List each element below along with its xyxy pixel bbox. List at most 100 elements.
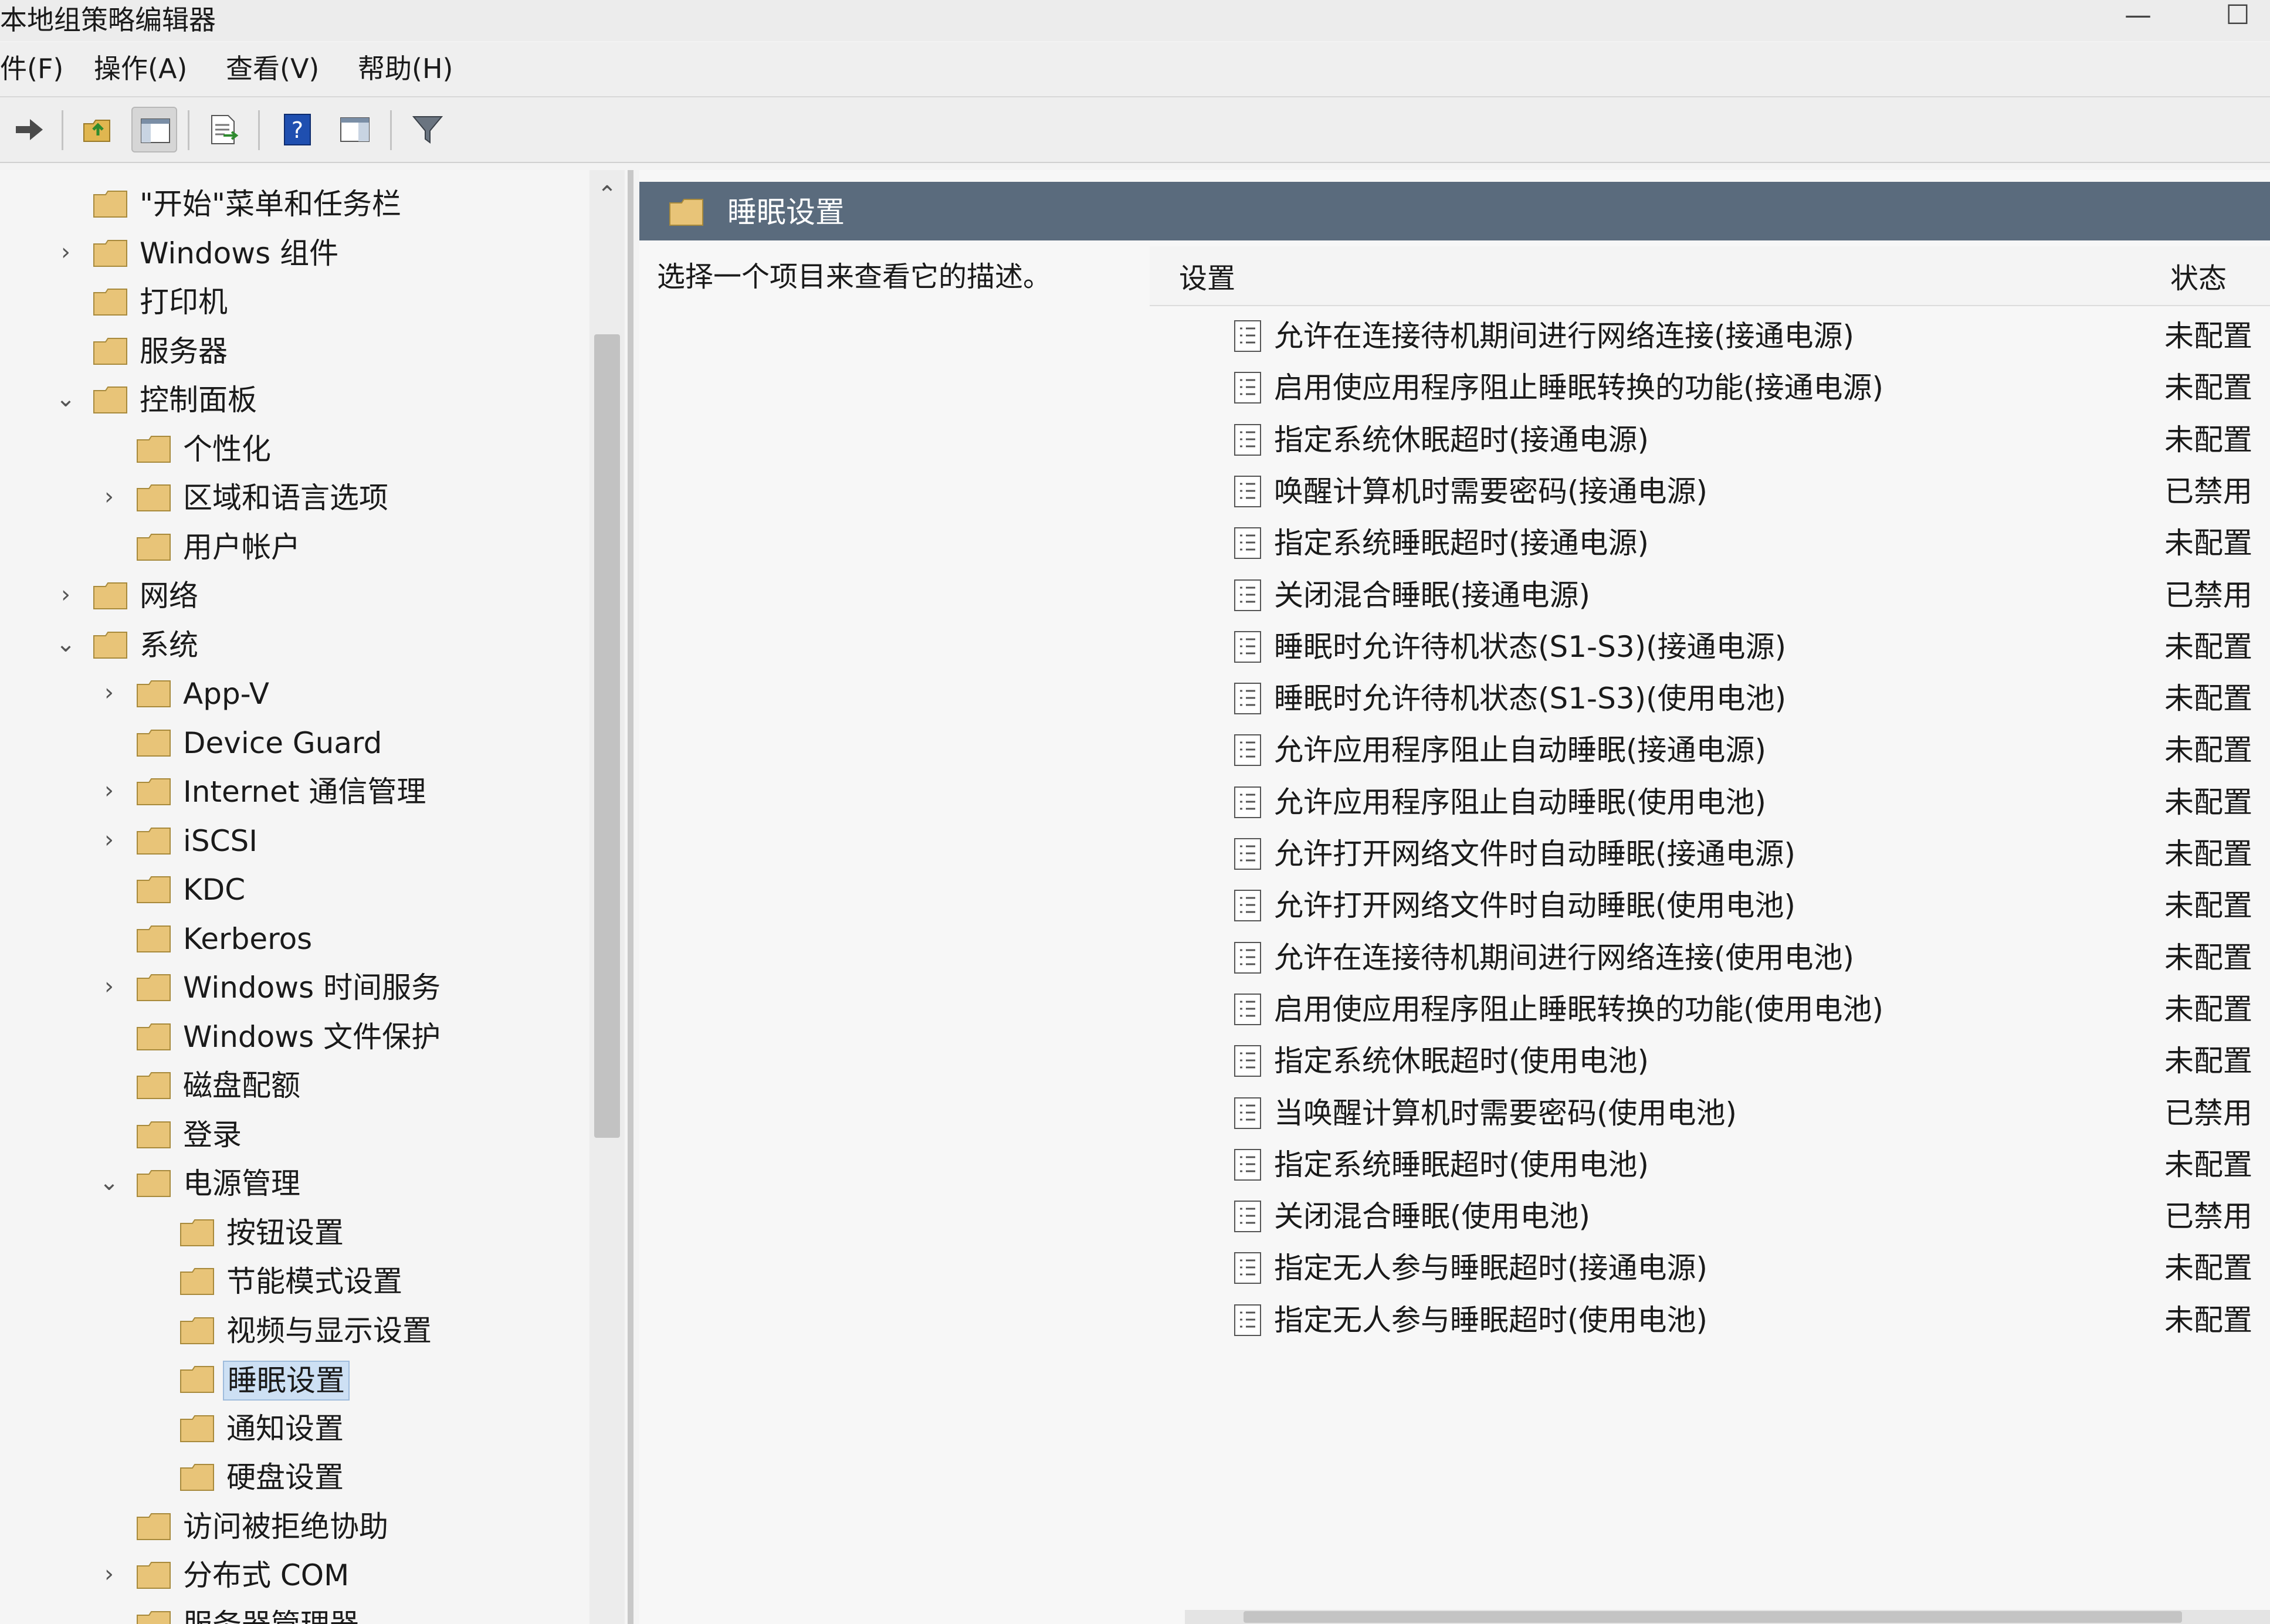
tree-expander-icon[interactable] (140, 1415, 165, 1440)
policy-row[interactable]: 睡眠时允许待机状态(S1-S3)(使用电池) 未配置 (1179, 673, 2264, 725)
tree-item[interactable]: Device Guard (0, 720, 628, 767)
tree-expander-icon[interactable] (96, 729, 122, 755)
tree-item[interactable]: ⌄ 控制面板 (0, 377, 628, 423)
policy-row[interactable]: 指定系统休眠超时(接通电源) 未配置 (1179, 415, 2264, 466)
tree-item[interactable]: › 区域和语言选项 (0, 474, 628, 521)
tree-item[interactable]: › Windows 时间服务 (0, 964, 628, 1011)
tree-expander-icon[interactable] (53, 337, 79, 363)
tree-expander-icon[interactable] (140, 1463, 165, 1489)
policy-row[interactable]: 允许打开网络文件时自动睡眠(使用电池) 未配置 (1179, 880, 2264, 932)
up-one-level-button[interactable] (75, 107, 121, 152)
tree-expander-icon[interactable] (140, 1267, 165, 1293)
policy-row[interactable]: 唤醒计算机时需要密码(接通电源) 已禁用 (1179, 466, 2264, 518)
tree-item[interactable]: › iSCSI (0, 818, 628, 864)
policy-row[interactable]: 指定无人参与睡眠超时(使用电池) 未配置 (1179, 1295, 2264, 1347)
tree-item[interactable]: › 网络 (0, 572, 628, 619)
policy-row[interactable]: 关闭混合睡眠(接通电源) 已禁用 (1179, 570, 2264, 622)
maximize-button[interactable]: ☐ (2217, 0, 2258, 35)
tree-item[interactable]: Windows 文件保护 (0, 1013, 628, 1060)
tree-item[interactable]: 个性化 (0, 426, 628, 473)
tree-item[interactable]: ⌄ 系统 (0, 622, 628, 669)
policy-row[interactable]: 启用使应用程序阻止睡眠转换的功能(使用电池) 未配置 (1179, 984, 2264, 1036)
tree-expander-icon[interactable] (53, 190, 79, 216)
tree-item[interactable]: › Windows 组件 (0, 230, 628, 277)
tree-expander-icon[interactable]: ⌄ (53, 386, 79, 412)
tree-item[interactable]: › App-V (0, 670, 628, 717)
tree-scrollbar-thumb[interactable] (594, 334, 620, 1138)
tree-expander-icon[interactable]: › (96, 827, 122, 853)
tree-item[interactable]: 视频与显示设置 (0, 1307, 628, 1354)
column-header-setting[interactable]: 设置 (1179, 260, 1235, 297)
tree-item[interactable]: › 分布式 COM (0, 1552, 628, 1599)
policy-row[interactable]: 睡眠时允许待机状态(S1-S3)(接通电源) 未配置 (1179, 622, 2264, 673)
policy-row[interactable]: 当唤醒计算机时需要密码(使用电池) 已禁用 (1179, 1088, 2264, 1140)
tree-item[interactable]: 硬盘设置 (0, 1454, 628, 1501)
tree-item[interactable]: 节能模式设置 (0, 1258, 628, 1305)
menu-action[interactable]: 操作(A) (94, 50, 187, 87)
policy-row[interactable]: 指定系统睡眠超时(使用电池) 未配置 (1179, 1140, 2264, 1191)
tree-item[interactable]: › Internet 通信管理 (0, 768, 628, 815)
tree-expander-icon[interactable]: › (96, 1561, 122, 1587)
tree-item[interactable]: 服务器 (0, 328, 628, 375)
tree-item[interactable]: 通知设置 (0, 1405, 628, 1452)
tree-expander-icon[interactable] (140, 1317, 165, 1342)
policy-row[interactable]: 允许应用程序阻止自动睡眠(接通电源) 未配置 (1179, 725, 2264, 777)
tree-expander-icon[interactable]: › (96, 778, 122, 803)
help-button[interactable]: ? (275, 107, 320, 152)
scroll-up-arrow-icon[interactable]: ⌃ (594, 182, 620, 208)
tree-expander-icon[interactable]: › (53, 239, 79, 265)
tree-expander-icon[interactable]: › (96, 974, 122, 999)
tree-item[interactable]: 磁盘配额 (0, 1062, 628, 1109)
tree-expander-icon[interactable] (140, 1365, 165, 1391)
show-hide-tree-button[interactable] (131, 107, 177, 152)
tree-expander-icon[interactable] (96, 1023, 122, 1049)
tree-expander-icon[interactable] (96, 1121, 122, 1147)
tree-expander-icon[interactable] (96, 1072, 122, 1097)
tree-item[interactable]: Kerberos (0, 916, 628, 962)
minimize-button[interactable]: — (2117, 0, 2159, 35)
menu-file[interactable]: 件(F) (0, 50, 63, 87)
tree-item[interactable]: 睡眠设置 (0, 1356, 628, 1403)
tree-item[interactable]: 访问被拒绝协助 (0, 1503, 628, 1550)
horizontal-scrollbar[interactable] (1185, 1610, 2270, 1624)
tree-expander-icon[interactable] (96, 1611, 122, 1624)
tree-item[interactable]: "开始"菜单和任务栏 (0, 181, 628, 228)
tree-expander-icon[interactable]: › (53, 582, 79, 608)
tree-expander-icon[interactable] (53, 288, 79, 314)
policy-row[interactable]: 关闭混合睡眠(使用电池) 已禁用 (1179, 1191, 2264, 1243)
policy-row[interactable]: 允许在连接待机期间进行网络连接(使用电池) 未配置 (1179, 933, 2264, 984)
tree-expander-icon[interactable] (96, 533, 122, 559)
tree-item[interactable]: 用户帐户 (0, 524, 628, 571)
tree-scrollbar[interactable]: ⌃ (589, 170, 625, 1624)
tree-item[interactable]: ⌄ 电源管理 (0, 1160, 628, 1207)
policy-row[interactable]: 允许在连接待机期间进行网络连接(接通电源) 未配置 (1179, 311, 2264, 362)
policy-row[interactable]: 指定系统休眠超时(使用电池) 未配置 (1179, 1036, 2264, 1087)
policy-row[interactable]: 允许应用程序阻止自动睡眠(使用电池) 未配置 (1179, 777, 2264, 829)
menu-help[interactable]: 帮助(H) (358, 50, 453, 87)
export-list-button[interactable] (201, 107, 246, 152)
tree-item[interactable]: 登录 (0, 1111, 628, 1158)
tree-expander-icon[interactable] (96, 435, 122, 461)
tree-expander-icon[interactable] (96, 925, 122, 951)
tree-expander-icon[interactable]: › (96, 484, 122, 510)
tree-expander-icon[interactable] (96, 876, 122, 901)
tree-item[interactable]: 打印机 (0, 279, 628, 326)
tree-item[interactable]: 服务器管理器 (0, 1601, 628, 1624)
properties-view-button[interactable] (332, 107, 378, 152)
horizontal-scrollbar-thumb[interactable] (1244, 1611, 2182, 1623)
tree-expander-icon[interactable] (96, 1513, 122, 1538)
column-header-status[interactable]: 状态 (2170, 260, 2227, 297)
tree-item[interactable]: KDC (0, 866, 628, 913)
policy-row[interactable]: 指定系统睡眠超时(接通电源) 未配置 (1179, 518, 2264, 569)
tree-expander-icon[interactable]: ⌄ (96, 1169, 122, 1195)
policy-row[interactable]: 指定无人参与睡眠超时(接通电源) 未配置 (1179, 1243, 2264, 1294)
tree-expander-icon[interactable]: › (96, 680, 122, 706)
filter-button[interactable] (405, 107, 450, 152)
tree-expander-icon[interactable] (140, 1219, 165, 1245)
policy-row[interactable]: 允许打开网络文件时自动睡眠(接通电源) 未配置 (1179, 829, 2264, 880)
tree-expander-icon[interactable]: ⌄ (53, 631, 79, 657)
menu-view[interactable]: 查看(V) (226, 50, 319, 87)
tree-item[interactable]: 按钮设置 (0, 1209, 628, 1256)
forward-button[interactable] (6, 107, 52, 152)
policy-row[interactable]: 启用使应用程序阻止睡眠转换的功能(接通电源) 未配置 (1179, 362, 2264, 414)
